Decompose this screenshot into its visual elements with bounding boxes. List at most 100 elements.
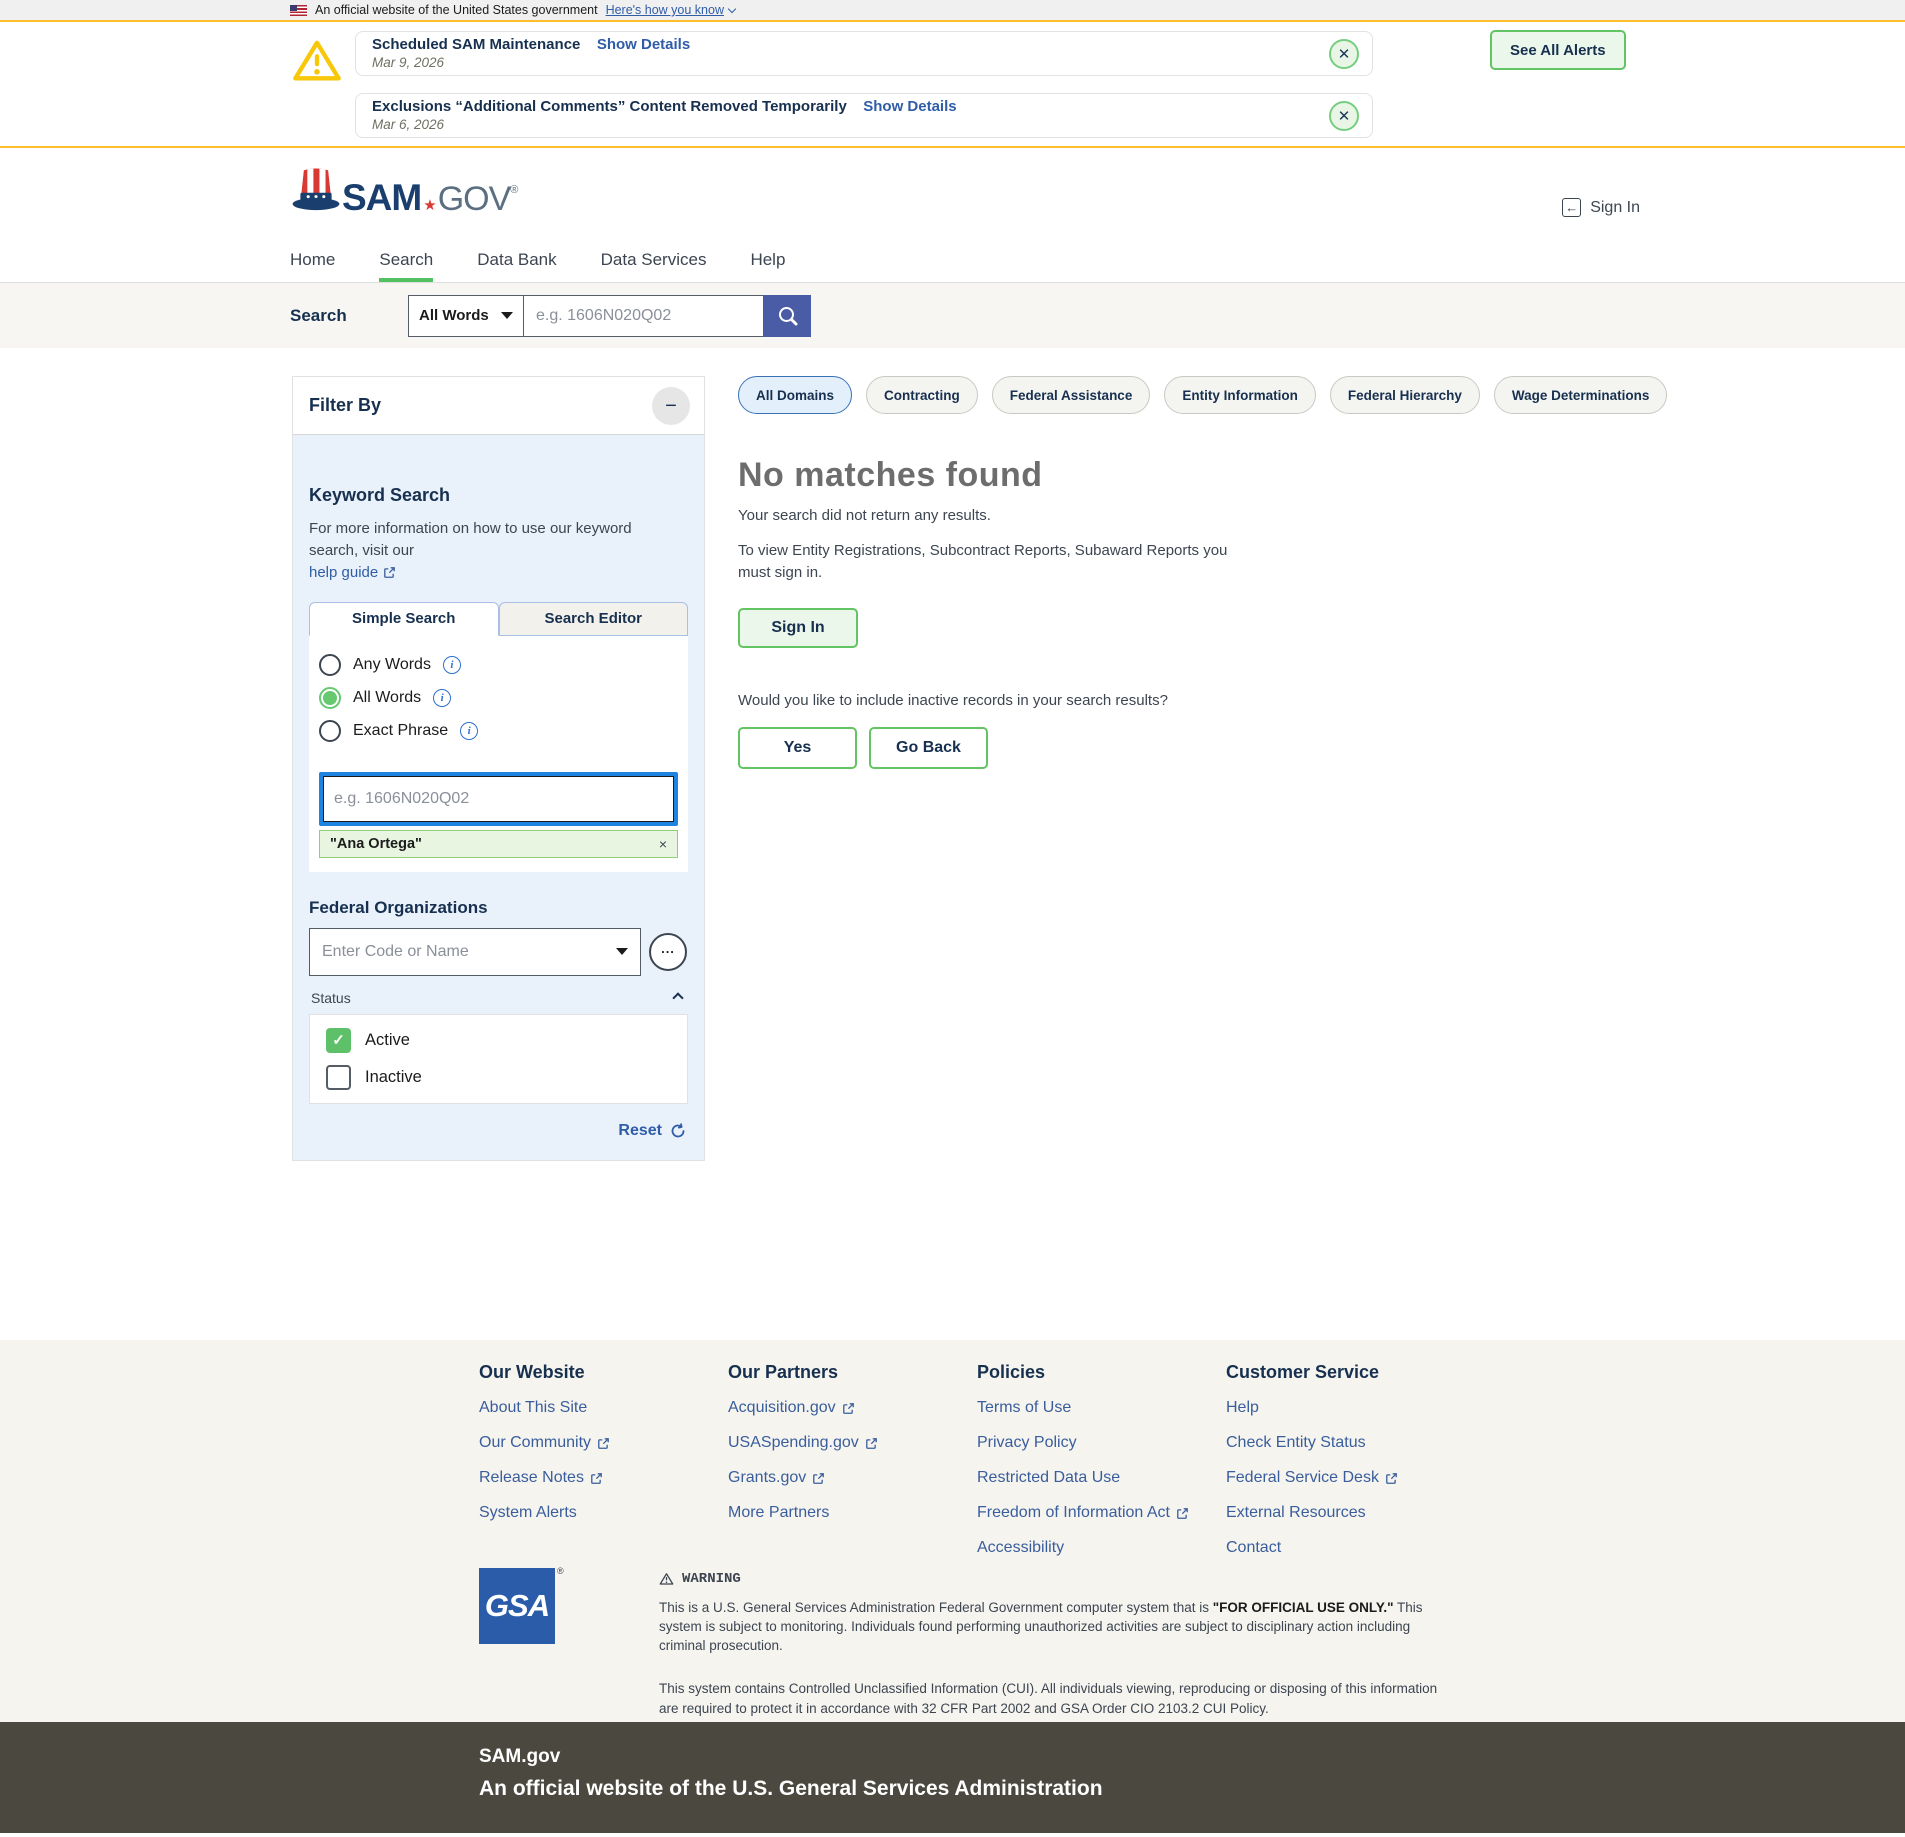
footer-link-check-entity-status[interactable]: Check Entity Status <box>1226 1434 1526 1452</box>
radio-all-words[interactable]: All Words i <box>319 686 678 709</box>
how-you-know-link[interactable]: Here's how you know <box>606 3 737 17</box>
footer-link-grants-gov[interactable]: Grants.gov <box>728 1469 977 1487</box>
radio-exact-phrase[interactable]: Exact Phrase i <box>319 719 678 742</box>
chip-remove-icon[interactable]: × <box>659 836 667 852</box>
footer-link-acquisition-gov[interactable]: Acquisition.gov <box>728 1399 977 1417</box>
info-icon[interactable]: i <box>460 721 479 740</box>
sign-in-icon: ← <box>1562 198 1582 217</box>
search-mode-select[interactable]: All Words <box>408 294 524 337</box>
keyword-input-focus-ring <box>319 771 678 826</box>
footer-col-our-website: Our Website About This Site Our Communit… <box>479 1362 728 1574</box>
status-inactive-option[interactable]: Inactive <box>326 1064 671 1090</box>
uncle-sam-hat-icon <box>292 168 340 211</box>
see-all-alerts-button[interactable]: See All Alerts <box>1490 30 1626 70</box>
info-icon[interactable]: i <box>442 655 461 674</box>
footer-link-help[interactable]: Help <box>1226 1399 1526 1417</box>
show-details-link[interactable]: Show Details <box>863 98 956 115</box>
alerts-section: Scheduled SAM Maintenance Show Details M… <box>0 22 1905 148</box>
nav-item-data-services[interactable]: Data Services <box>601 250 707 282</box>
alert-title: Scheduled SAM Maintenance <box>372 36 581 53</box>
sign-in-button[interactable]: Sign In <box>738 607 858 648</box>
nav-item-home[interactable]: Home <box>290 250 335 282</box>
search-bar-row: Search All Words <box>0 283 1905 348</box>
footer-link-more-partners[interactable]: More Partners <box>728 1504 977 1522</box>
caret-down-icon <box>501 312 513 319</box>
federal-organizations-select[interactable]: Enter Code or Name <box>309 927 641 976</box>
domain-tabs: All Domains Contracting Federal Assistan… <box>738 376 1668 414</box>
gov-banner-text: An official website of the United States… <box>315 3 598 17</box>
footer-link-about-this-site[interactable]: About This Site <box>479 1399 728 1417</box>
tab-search-editor[interactable]: Search Editor <box>498 601 688 636</box>
simple-search-panel: Any Words i All Words i Exact Phrase i e… <box>309 635 688 872</box>
close-icon[interactable]: ✕ <box>1329 101 1359 131</box>
logo-gov-text: GOV <box>437 180 512 218</box>
keyword-search-heading: Keyword Search <box>309 485 451 505</box>
site-header: SAM ★ GOV ® ← Sign In <box>0 148 1905 241</box>
footer-link-our-community[interactable]: Our Community <box>479 1434 728 1452</box>
org-more-options-button[interactable]: ... <box>649 932 687 971</box>
alert-date: Mar 9, 2026 <box>372 55 445 70</box>
tab-simple-search[interactable]: Simple Search <box>309 601 499 636</box>
domain-pill-federal-hierarchy[interactable]: Federal Hierarchy <box>1329 376 1480 414</box>
footer-link-restricted-data-use[interactable]: Restricted Data Use <box>977 1469 1226 1487</box>
nav-item-help[interactable]: Help <box>750 250 785 282</box>
reset-filters-link[interactable]: Reset <box>618 1122 662 1140</box>
domain-pill-all-domains[interactable]: All Domains <box>738 376 853 414</box>
footer-link-external-resources[interactable]: External Resources <box>1226 1504 1526 1522</box>
keyword-info-text: For more information on how to use our k… <box>309 520 632 559</box>
chevron-up-icon[interactable] <box>672 991 684 1004</box>
site-footer: Our Website About This Site Our Communit… <box>0 1340 1905 1722</box>
footer-link-foia[interactable]: Freedom of Information Act <box>977 1504 1226 1522</box>
domain-pill-contracting[interactable]: Contracting <box>866 376 978 414</box>
checkbox-unchecked-icon <box>326 1064 351 1090</box>
logo-registered-mark: ® <box>510 184 519 196</box>
radio-circle-checked <box>319 686 341 709</box>
close-icon[interactable]: ✕ <box>1329 39 1359 69</box>
info-icon[interactable]: i <box>433 688 452 707</box>
status-options-card: ✓ Active Inactive <box>309 1013 688 1104</box>
checkbox-checked-icon: ✓ <box>326 1027 351 1053</box>
search-button[interactable] <box>764 294 811 337</box>
sam-gov-logo[interactable]: SAM ★ GOV ® <box>290 166 518 216</box>
logo-sam-text: SAM <box>342 177 422 218</box>
external-link-icon <box>1386 1472 1397 1484</box>
logo-star-icon: ★ <box>423 197 437 214</box>
results-area: All Domains Contracting Federal Assistan… <box>738 376 1668 769</box>
yes-button[interactable]: Yes <box>738 726 857 769</box>
footer-link-terms-of-use[interactable]: Terms of Use <box>977 1399 1226 1417</box>
global-search-input[interactable] <box>524 294 764 337</box>
footer-col-policies: Policies Terms of Use Privacy Policy Res… <box>977 1362 1226 1574</box>
collapse-filters-button[interactable]: − <box>652 386 690 425</box>
status-active-option[interactable]: ✓ Active <box>326 1027 671 1053</box>
header-sign-in-link[interactable]: ← Sign In <box>1562 198 1640 217</box>
footer-link-contact[interactable]: Contact <box>1226 1539 1526 1557</box>
domain-pill-entity-information[interactable]: Entity Information <box>1164 376 1316 414</box>
footer-link-privacy-policy[interactable]: Privacy Policy <box>977 1434 1226 1452</box>
external-link-icon <box>598 1437 609 1449</box>
alert-date: Mar 6, 2026 <box>372 117 445 132</box>
show-details-link[interactable]: Show Details <box>597 36 690 53</box>
footer-link-accessibility[interactable]: Accessibility <box>977 1539 1226 1557</box>
chevron-down-icon <box>727 4 737 13</box>
radio-any-words[interactable]: Any Words i <box>319 653 678 676</box>
footer-link-usaspending-gov[interactable]: USASpending.gov <box>728 1434 977 1452</box>
go-back-button[interactable]: Go Back <box>869 726 988 769</box>
keyword-search-input[interactable] <box>323 775 674 822</box>
nav-item-search[interactable]: Search <box>379 250 434 282</box>
help-guide-link[interactable]: help guide <box>309 564 396 581</box>
nav-item-data-bank[interactable]: Data Bank <box>477 250 556 282</box>
main-nav: Home Search Data Bank Data Services Help <box>0 241 1905 283</box>
alert-list: Scheduled SAM Maintenance Show Details M… <box>355 31 1373 138</box>
domain-pill-wage-determinations[interactable]: Wage Determinations <box>1493 376 1668 414</box>
gsa-logo: GSA <box>479 1568 555 1644</box>
warning-paragraph-1: This is a U.S. General Services Administ… <box>659 1600 1423 1654</box>
footer-link-release-notes[interactable]: Release Notes <box>479 1469 728 1487</box>
reset-icon[interactable] <box>670 1122 686 1139</box>
keyword-chip-label: "Ana Ortega" <box>330 835 422 852</box>
domain-pill-federal-assistance[interactable]: Federal Assistance <box>991 376 1151 414</box>
footer-link-federal-service-desk[interactable]: Federal Service Desk <box>1226 1469 1526 1487</box>
keyword-chip: "Ana Ortega" × <box>319 829 678 858</box>
alert-card-exclusions: Exclusions “Additional Comments” Content… <box>355 93 1373 138</box>
footer-link-system-alerts[interactable]: System Alerts <box>479 1504 728 1522</box>
sign-in-note: To view Entity Registrations, Subcontrac… <box>738 542 1228 581</box>
